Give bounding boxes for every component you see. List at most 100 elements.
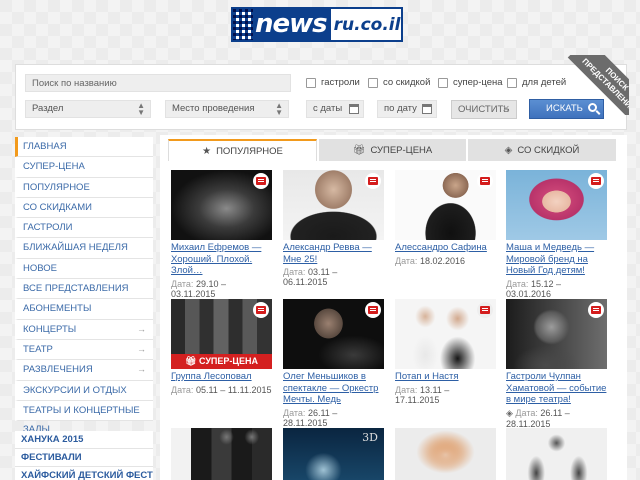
event-image[interactable] (283, 299, 384, 369)
tab-discount[interactable]: ◈ СО СКИДКОЙ (468, 139, 616, 161)
event-title[interactable]: Михаил Ефремов — Хороший. Плохой. Злой… (171, 242, 272, 277)
event-image[interactable] (506, 299, 607, 369)
event-image[interactable] (395, 428, 496, 480)
event-image[interactable] (506, 428, 607, 480)
sidebar-item-label: НОВОЕ (23, 262, 57, 274)
event-image[interactable] (171, 170, 272, 240)
checkbox-for-kids[interactable]: для детей (507, 77, 566, 88)
sidebar-item-new[interactable]: НОВОЕ (15, 258, 153, 280)
date-from-field[interactable]: с даты (306, 100, 364, 118)
event-image[interactable]: 3D (283, 428, 384, 480)
checkbox-box[interactable] (368, 77, 378, 88)
ticket-icon (477, 302, 493, 318)
arrow-right-icon: → (137, 343, 146, 354)
search-input[interactable] (25, 74, 291, 92)
sidebar-item-concerts[interactable]: КОНЦЕРТЫ → (15, 319, 153, 340)
event-card (506, 428, 607, 480)
sidebar-section-haifa-kids-festival[interactable]: ХАЙФСКИЙ ДЕТСКИЙ ФЕСТИВАЛЬ (15, 467, 153, 480)
logo-domain-text: ru.co.il (333, 14, 401, 35)
sidebar-item-label: СУПЕР-ЦЕНА (23, 161, 85, 173)
main-content: ★ ПОПУЛЯРНОЕ 🎁︎ СУПЕР-ЦЕНА ◈ СО СКИДКОЙ … (160, 135, 627, 480)
event-image[interactable]: 🎁︎ СУПЕР-ЦЕНА (171, 299, 272, 369)
sidebar-item-label: АБОНЕМЕНТЫ (23, 303, 92, 315)
event-title[interactable]: Александр Ревва — Мне 25! (283, 242, 384, 265)
event-title[interactable]: Группа Лесоповал (171, 371, 272, 383)
sidebar-item-discounts[interactable]: СО СКИДКАМИ (15, 197, 153, 219)
date-to-field[interactable]: по дату (377, 100, 437, 118)
event-title[interactable]: Гастроли Чулпан Хаматовой — событие в ми… (506, 371, 607, 406)
calendar-icon[interactable] (422, 104, 432, 114)
search-panel: гастроли со скидкой супер-цена для детей… (15, 64, 627, 130)
checkbox-label: гастроли (321, 77, 360, 88)
event-title[interactable]: Маша и Медведь — Мировой бренд на Новый … (506, 242, 607, 277)
checkbox-discount[interactable]: со скидкой (368, 77, 430, 88)
ticket-icon (477, 173, 493, 189)
sidebar-section-festivals[interactable]: ФЕСТИВАЛИ (15, 449, 153, 467)
ticket-icon (588, 302, 604, 318)
tag-icon: ◈ (504, 144, 513, 156)
event-image[interactable] (506, 170, 607, 240)
calendar-icon[interactable] (349, 104, 359, 114)
arrow-right-icon: → (137, 364, 146, 375)
event-image[interactable] (395, 170, 496, 240)
tab-label: СО СКИДКОЙ (517, 144, 580, 156)
logo-pixel-grid (233, 9, 253, 40)
sidebar-item-next-week[interactable]: БЛИЖАЙШАЯ НЕДЕЛЯ (15, 238, 153, 259)
sidebar-item-super-price[interactable]: СУПЕР-ЦЕНА (15, 157, 153, 178)
date-label: Дата: (515, 407, 538, 418)
arrow-right-icon: → (137, 323, 146, 334)
event-date: Дата: 15.12 – 03.01.2016 (506, 279, 607, 299)
event-card: Алессандро Сафина Дата: 18.02.2016 (395, 170, 496, 266)
checkbox-super-price[interactable]: супер-цена (438, 77, 503, 88)
ticket-icon (588, 173, 604, 189)
tab-popular[interactable]: ★ ПОПУЛЯРНОЕ (168, 139, 317, 161)
date-label: Дата: (395, 384, 418, 395)
date-value: 18.02.2016 (419, 255, 465, 266)
event-title[interactable]: Потап и Настя (395, 371, 496, 383)
search-ribbon-label: ПОИСК ПРЕДСТАВЛЕНИЯ: (567, 55, 629, 115)
logo-news-text: news (253, 9, 331, 40)
event-card: Михаил Ефремов — Хороший. Плохой. Злой… … (171, 170, 272, 299)
sidebar-item-excursions[interactable]: ЭКСКУРСИИ И ОТДЫХ (15, 380, 153, 401)
sidebar-item-label: ТЕАТР (23, 343, 53, 355)
sidebar-item-subscriptions[interactable]: АБОНЕМЕНТЫ (15, 299, 153, 320)
tab-label: СУПЕР-ЦЕНА (370, 144, 433, 156)
checkbox-label: со скидкой (383, 77, 431, 88)
date-to-placeholder: по дату (384, 103, 417, 114)
3d-label: 3D (362, 431, 378, 444)
sidebar-item-label: ГАСТРОЛИ (23, 222, 73, 234)
section-select[interactable]: Раздел ▲ ▼ (25, 100, 151, 118)
checkbox-label: супер-цена (453, 77, 503, 88)
sidebar-item-tours[interactable]: ГАСТРОЛИ (15, 218, 153, 239)
clear-button[interactable]: ОЧИСТИТЬ ✕ (451, 100, 517, 119)
checkbox-box[interactable] (507, 77, 517, 88)
site-logo[interactable]: news ru.co.il (231, 7, 403, 42)
sidebar-item-venues[interactable]: ТЕАТРЫ И КОНЦЕРТНЫЕ ЗАЛЫ (15, 400, 153, 435)
event-image[interactable] (395, 299, 496, 369)
event-title[interactable]: Олег Меньшиков в спектакле — Оркестр Меч… (283, 371, 384, 406)
event-date: ◈ Дата: 26.11 – 28.11.2015 (506, 408, 607, 429)
checkbox-box[interactable] (306, 77, 316, 88)
sidebar-item-home[interactable]: ГЛАВНАЯ (15, 137, 153, 158)
event-image[interactable] (283, 170, 384, 240)
tab-super-price[interactable]: 🎁︎ СУПЕР-ЦЕНА (319, 139, 466, 161)
sidebar-item-theatre[interactable]: ТЕАТР → (15, 339, 153, 361)
date-from-placeholder: с даты (313, 103, 343, 114)
sidebar-item-all-shows[interactable]: ВСЕ ПРЕДСТАВЛЕНИЯ (15, 279, 153, 300)
event-date: Дата: 05.11 – 11.11.2015 (171, 385, 272, 395)
venue-select[interactable]: Место проведения ▲ ▼ (165, 100, 289, 118)
ticket-icon (253, 302, 269, 318)
event-card: Гастроли Чулпан Хаматовой — событие в ми… (506, 299, 607, 429)
sidebar-item-entertainment[interactable]: РАЗВЛЕЧЕНИЯ → (15, 360, 153, 381)
event-image[interactable] (171, 428, 272, 480)
event-date: Дата: 03.11 – 06.11.2015 (283, 267, 384, 287)
checkbox-tours[interactable]: гастроли (306, 77, 360, 88)
sidebar-section-hanukkah[interactable]: ХАНУКА 2015 (15, 431, 153, 449)
event-title[interactable]: Алессандро Сафина (395, 242, 496, 254)
sidebar-item-popular[interactable]: ПОПУЛЯРНОЕ (15, 177, 153, 198)
event-card (395, 428, 496, 480)
event-date: Дата: 29.10 – 03.11.2015 (171, 279, 272, 299)
venue-select-value: Место проведения (172, 103, 255, 114)
sidebar-nav: ГЛАВНАЯ СУПЕР-ЦЕНА ПОПУЛЯРНОЕ СО СКИДКАМ… (15, 137, 153, 435)
checkbox-box[interactable] (438, 77, 448, 88)
